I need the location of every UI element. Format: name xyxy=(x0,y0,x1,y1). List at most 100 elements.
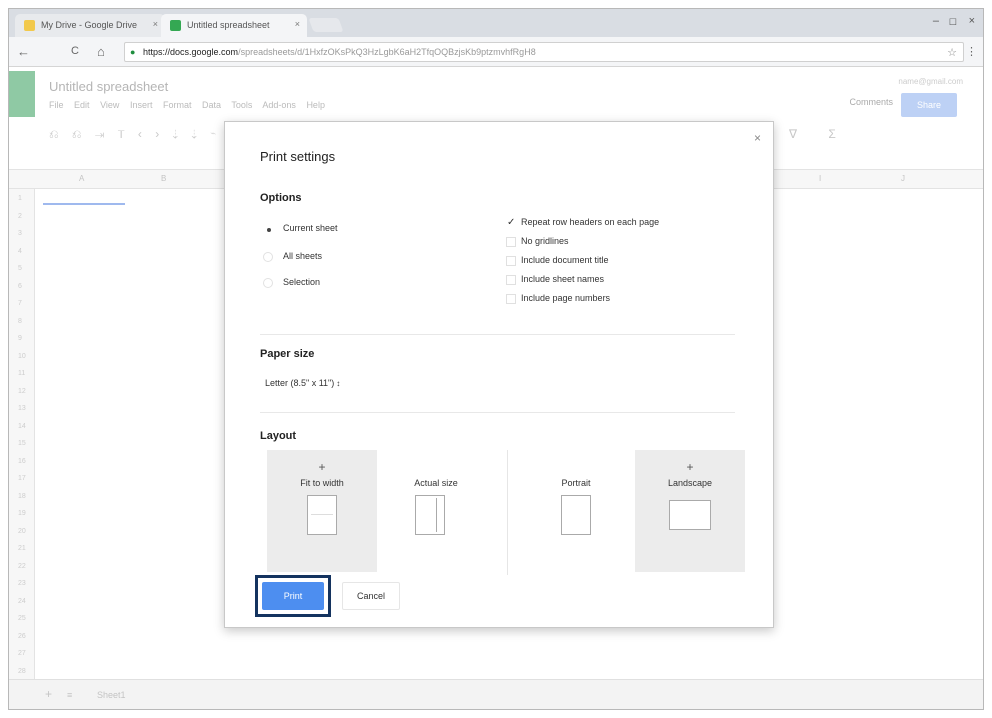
row-header[interactable]: 13 xyxy=(18,405,26,412)
comments-button[interactable]: Comments xyxy=(849,97,893,107)
close-icon[interactable]: × xyxy=(295,19,300,29)
checkbox[interactable] xyxy=(506,274,516,285)
add-sheet-icon[interactable]: + xyxy=(45,687,52,701)
checkbox-label: Include document title xyxy=(521,255,609,265)
page-fit-width-icon xyxy=(307,495,337,535)
row-header[interactable]: 16 xyxy=(18,458,26,465)
row-header[interactable]: 17 xyxy=(18,475,26,482)
checkbox-page-numbers[interactable]: Include page numbers xyxy=(506,293,610,307)
menu-data[interactable]: Data xyxy=(202,100,221,110)
radio-button[interactable] xyxy=(263,224,273,234)
menu-format[interactable]: Format xyxy=(163,100,192,110)
reload-icon[interactable]: C xyxy=(71,45,79,57)
user-account[interactable]: name@gmail.com xyxy=(898,77,963,86)
cancel-button[interactable]: Cancel xyxy=(342,582,400,610)
actual-size-option[interactable]: Actual size xyxy=(381,450,491,572)
row-header[interactable]: 23 xyxy=(18,580,26,587)
url-domain: https://docs.google.com xyxy=(143,47,239,57)
radio-label: Current sheet xyxy=(283,223,338,233)
radio-button[interactable] xyxy=(263,251,273,262)
close-icon[interactable]: × xyxy=(153,19,158,29)
radio-button[interactable] xyxy=(263,277,273,288)
dialog-title: Print settings xyxy=(260,149,336,164)
menu-edit[interactable]: Edit xyxy=(74,100,90,110)
row-header[interactable]: 19 xyxy=(18,510,26,517)
sheet-tab[interactable]: Sheet1 xyxy=(97,690,126,700)
fit-to-width-option[interactable]: + Fit to width xyxy=(267,450,377,572)
row-header[interactable]: 7 xyxy=(18,300,22,307)
checkbox-sheet-names[interactable]: Include sheet names xyxy=(506,274,604,288)
options-heading: Options xyxy=(260,192,302,204)
menu-tools[interactable]: Tools xyxy=(231,100,252,110)
formatting-toolbar[interactable]: ⎌ ⎌ ⇥ 𝖳 ‹ › ⇣ ⇣ ⌁ xyxy=(49,127,221,142)
url-path: /spreadsheets/d/1HxfzOKsPkQ3HzLgbK6aH2Tf… xyxy=(238,47,536,57)
star-icon[interactable]: ☆ xyxy=(947,46,957,59)
url-field[interactable]: ● https://docs.google.com/spreadsheets/d… xyxy=(124,42,964,62)
row-header[interactable]: 24 xyxy=(18,598,26,605)
row-header[interactable]: 18 xyxy=(18,493,26,500)
print-button[interactable]: Print xyxy=(262,582,324,610)
toolbar-right[interactable]: ∇ Σ xyxy=(789,127,850,141)
minimize-icon[interactable]: – xyxy=(933,15,939,27)
close-window-icon[interactable]: × xyxy=(969,15,975,27)
checkbox-repeat-row-headers[interactable]: ✓ Repeat row headers on each page xyxy=(506,217,659,231)
maximize-icon[interactable]: ☐ xyxy=(949,17,957,28)
row-header[interactable]: 4 xyxy=(18,248,22,255)
checkbox-label: Include sheet names xyxy=(521,274,605,284)
checkbox-no-gridlines[interactable]: No gridlines xyxy=(506,236,569,250)
row-header[interactable]: 8 xyxy=(18,318,22,325)
row-header[interactable]: 14 xyxy=(18,423,26,430)
row-header[interactable]: 20 xyxy=(18,528,26,535)
row-header[interactable]: 25 xyxy=(18,615,26,622)
tab-spreadsheet[interactable]: Untitled spreadsheet × xyxy=(161,14,307,37)
row-header[interactable]: 28 xyxy=(18,668,26,675)
radio-selection[interactable]: Selection xyxy=(263,277,320,291)
option-label: Landscape xyxy=(667,478,713,488)
row-header[interactable]: 15 xyxy=(18,440,26,447)
new-tab-button[interactable] xyxy=(308,18,344,32)
back-icon[interactable]: ← xyxy=(17,44,30,59)
row-header[interactable]: 11 xyxy=(18,370,25,377)
row-header[interactable]: 3 xyxy=(18,230,22,237)
radio-current-sheet[interactable]: Current sheet xyxy=(263,223,338,237)
sheets-list-icon[interactable]: ≡ xyxy=(67,690,72,700)
landscape-option[interactable]: + Landscape xyxy=(635,450,745,572)
share-button[interactable]: Share xyxy=(901,93,957,117)
checkmark-icon[interactable]: ✓ xyxy=(506,217,516,228)
row-header[interactable]: 22 xyxy=(18,563,26,570)
close-icon[interactable]: × xyxy=(754,131,761,145)
menu-icon[interactable]: ⋮ xyxy=(966,45,977,58)
row-header[interactable]: 9 xyxy=(18,335,22,342)
sheets-logo-icon[interactable] xyxy=(9,71,35,117)
row-header[interactable]: 5 xyxy=(18,265,22,272)
menu-insert[interactable]: Insert xyxy=(130,100,153,110)
column-header[interactable]: A xyxy=(79,174,84,183)
row-header[interactable]: 26 xyxy=(18,633,26,640)
radio-all-sheets[interactable]: All sheets xyxy=(263,251,322,265)
column-header[interactable]: J xyxy=(901,174,905,183)
document-title[interactable]: Untitled spreadsheet xyxy=(49,79,168,94)
menu-help[interactable]: Help xyxy=(306,100,325,110)
row-header[interactable]: 21 xyxy=(18,545,26,552)
selected-cell[interactable] xyxy=(43,202,125,205)
checkbox[interactable] xyxy=(506,293,516,304)
paper-size-select[interactable]: Letter (8.5" x 11") ↕ xyxy=(261,374,366,392)
checkbox-document-title[interactable]: Include document title xyxy=(506,255,609,269)
row-header[interactable]: 27 xyxy=(18,650,26,657)
row-header[interactable]: 12 xyxy=(18,388,26,395)
menu-addons[interactable]: Add-ons xyxy=(262,100,296,110)
row-header[interactable]: 10 xyxy=(18,353,26,360)
tab-my-drive[interactable]: My Drive - Google Drive × xyxy=(15,14,165,37)
column-header[interactable]: B xyxy=(161,174,166,183)
checkbox[interactable] xyxy=(506,236,516,247)
row-header[interactable]: 1 xyxy=(18,195,22,202)
portrait-option[interactable]: Portrait xyxy=(521,450,631,572)
menu-file[interactable]: File xyxy=(49,100,64,110)
selected-indicator-icon: + xyxy=(686,460,694,474)
checkbox[interactable] xyxy=(506,255,516,266)
menu-view[interactable]: View xyxy=(100,100,119,110)
row-header[interactable]: 6 xyxy=(18,283,22,290)
column-header[interactable]: I xyxy=(819,174,821,183)
row-header[interactable]: 2 xyxy=(18,213,22,220)
home-icon[interactable]: ⌂ xyxy=(97,44,105,59)
